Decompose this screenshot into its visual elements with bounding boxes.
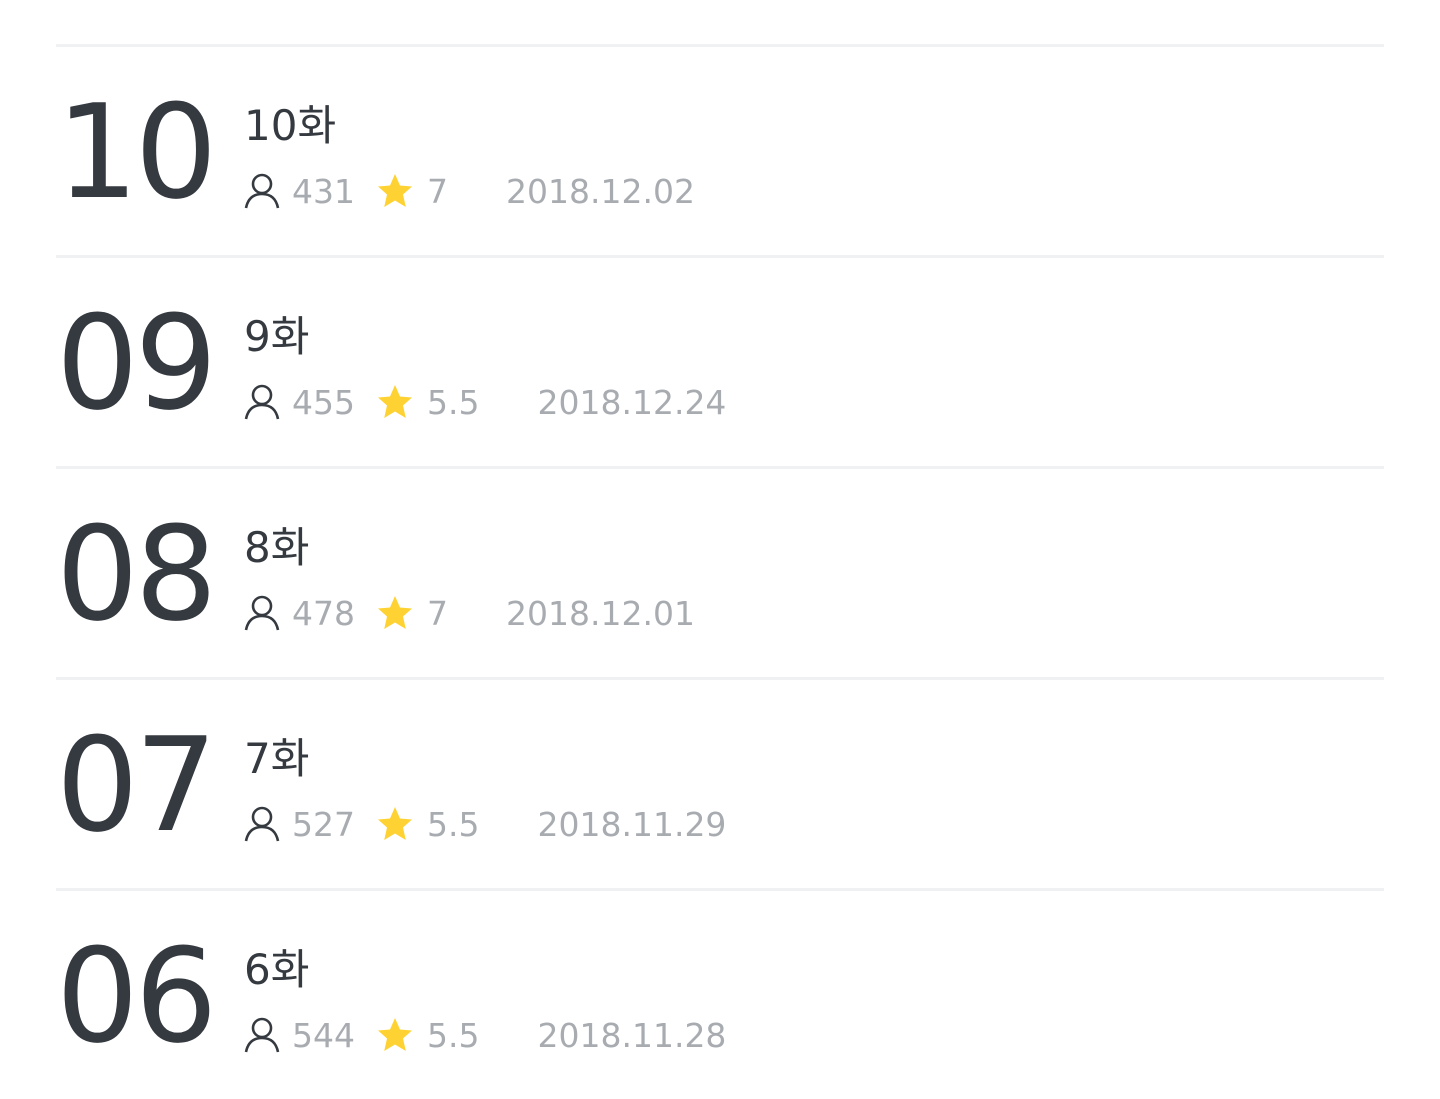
episode-row[interactable]: 08 8화 478 7 2018.12.01 <box>56 466 1384 677</box>
rating-value: 5.5 <box>427 1015 480 1055</box>
rating-value: 5.5 <box>427 804 480 844</box>
star-icon <box>377 806 413 842</box>
view-count: 455 <box>292 382 355 422</box>
episode-row[interactable]: 10 10화 431 7 2018.12.02 <box>56 44 1384 255</box>
episode-row[interactable]: 06 6화 544 5.5 2018.11.28 <box>56 888 1384 1099</box>
episode-number: 08 <box>56 498 217 650</box>
episode-number: 06 <box>56 920 217 1072</box>
view-count: 431 <box>292 171 355 211</box>
person-icon <box>244 172 280 210</box>
publish-date: 2018.12.01 <box>506 593 695 633</box>
person-icon <box>244 805 280 843</box>
episode-meta: 455 5.5 2018.12.24 <box>244 382 726 422</box>
episode-meta: 527 5.5 2018.11.29 <box>244 804 726 844</box>
publish-date: 2018.11.29 <box>537 804 727 844</box>
star-icon <box>377 173 413 209</box>
publish-date: 2018.12.24 <box>537 382 727 422</box>
episode-row[interactable]: 09 9화 455 5.5 2018.12.24 <box>56 255 1384 466</box>
view-count: 478 <box>292 593 355 633</box>
rating-value: 5.5 <box>427 382 480 422</box>
star-icon <box>377 595 413 631</box>
person-icon <box>244 594 280 632</box>
star-icon <box>377 1017 413 1053</box>
star-icon <box>377 384 413 420</box>
publish-date: 2018.11.28 <box>537 1015 727 1055</box>
episode-number: 09 <box>56 287 217 439</box>
episode-title[interactable]: 10화 <box>244 102 336 150</box>
episode-title[interactable]: 7화 <box>244 735 309 783</box>
rating-value: 7 <box>427 593 448 633</box>
person-icon <box>244 1016 280 1054</box>
episode-title[interactable]: 9화 <box>244 313 309 361</box>
view-count: 544 <box>292 1015 355 1055</box>
episode-number: 10 <box>56 76 217 228</box>
episode-meta: 544 5.5 2018.11.28 <box>244 1015 726 1055</box>
episode-meta: 431 7 2018.12.02 <box>244 171 695 211</box>
rating-value: 7 <box>427 171 448 211</box>
person-icon <box>244 383 280 421</box>
episode-list: 10 10화 431 7 2018.12.02 09 9화 455 5.5 20… <box>56 44 1384 1099</box>
episode-meta: 478 7 2018.12.01 <box>244 593 695 633</box>
episode-title[interactable]: 6화 <box>244 946 309 994</box>
view-count: 527 <box>292 804 355 844</box>
episode-title[interactable]: 8화 <box>244 524 309 572</box>
episode-number: 07 <box>56 709 217 861</box>
episode-row[interactable]: 07 7화 527 5.5 2018.11.29 <box>56 677 1384 888</box>
publish-date: 2018.12.02 <box>506 171 695 211</box>
